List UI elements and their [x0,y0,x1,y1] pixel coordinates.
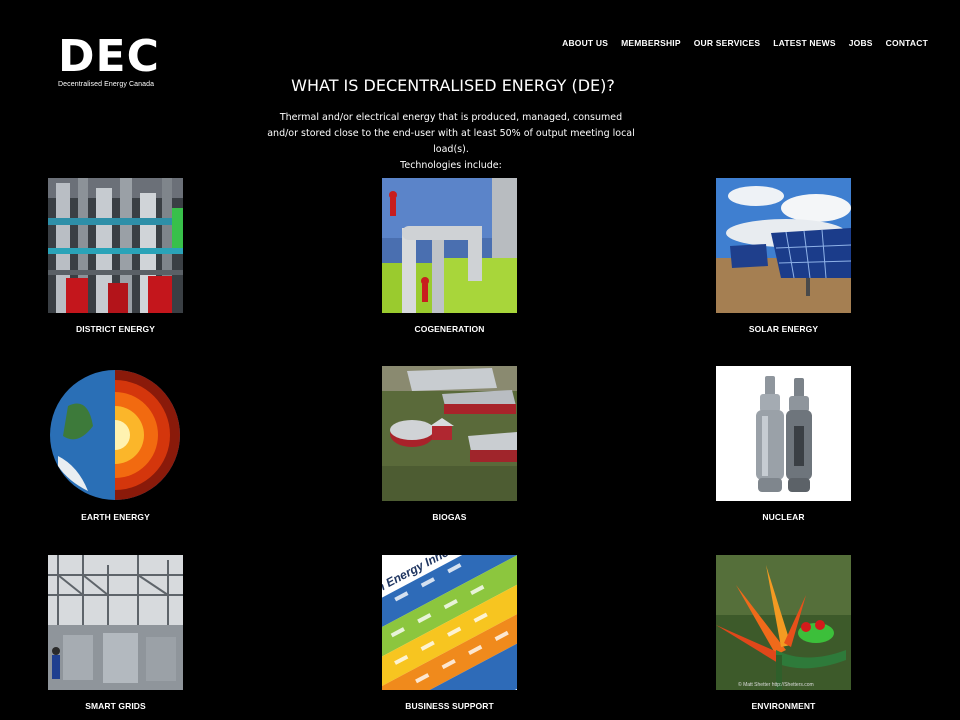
frog-flower-image[interactable]: © Matt Shetter http://Shetters.com [716,555,851,690]
earth-cross-section-image[interactable] [48,366,183,501]
tile-label: EARTH ENERGY [81,512,150,522]
tile-label: BUSINESS SUPPORT [405,701,494,711]
biogas-farm-image[interactable] [382,366,517,501]
tile-nuclear[interactable]: NUCLEAR [716,366,851,522]
tile-district-energy[interactable]: DISTRICT ENERGY [48,178,183,334]
tile-label: DISTRICT ENERGY [76,324,155,334]
logo-text: DEC [58,31,160,82]
page-title: WHAT IS DECENTRALISED ENERGY (DE)? [291,76,615,95]
tile-smart-grids[interactable]: SMART GRIDS [48,555,183,711]
solar-panels-image[interactable] [716,178,851,313]
tile-business-support[interactable]: Clean Energy Innovation Hu BUSINESS SUPP… [382,555,517,711]
intro-description: Thermal and/or electrical energy that is… [267,112,635,155]
innovation-chart-image[interactable]: Clean Energy Innovation Hu [382,555,517,690]
tile-biogas[interactable]: BIOGAS [382,366,517,522]
main-nav: ABOUT US MEMBERSHIP OUR SERVICES LATEST … [562,38,928,48]
nav-contact[interactable]: CONTACT [886,38,928,48]
tile-label: ENVIRONMENT [751,701,816,711]
intro-subline: Technologies include: [400,160,502,171]
tile-label: BIOGAS [432,512,467,522]
tile-label: SOLAR ENERGY [748,324,819,334]
tile-cogeneration[interactable]: COGENERATION [382,178,517,334]
reactor-modules-image[interactable] [716,366,851,501]
substation-image[interactable] [48,555,183,690]
nav-about-us[interactable]: ABOUT US [562,38,608,48]
cogeneration-image[interactable] [382,178,517,313]
nav-membership[interactable]: MEMBERSHIP [621,38,681,48]
nav-latest-news[interactable]: LATEST NEWS [773,38,836,48]
tile-label: NUCLEAR [762,512,805,522]
nav-jobs[interactable]: JOBS [849,38,873,48]
tile-environment[interactable]: © Matt Shetter http://Shetters.com ENVIR… [716,555,851,711]
photo-watermark: © Matt Shetter http://Shetters.com [738,681,814,688]
tile-earth-energy[interactable]: EARTH ENERGY [48,366,183,522]
district-energy-image[interactable] [48,178,183,313]
intro-text: Thermal and/or electrical energy that is… [265,110,637,174]
tile-label: SMART GRIDS [85,701,146,711]
nav-our-services[interactable]: OUR SERVICES [694,38,760,48]
tile-solar-energy[interactable]: SOLAR ENERGY [716,178,851,334]
tile-label: COGENERATION [414,324,485,334]
